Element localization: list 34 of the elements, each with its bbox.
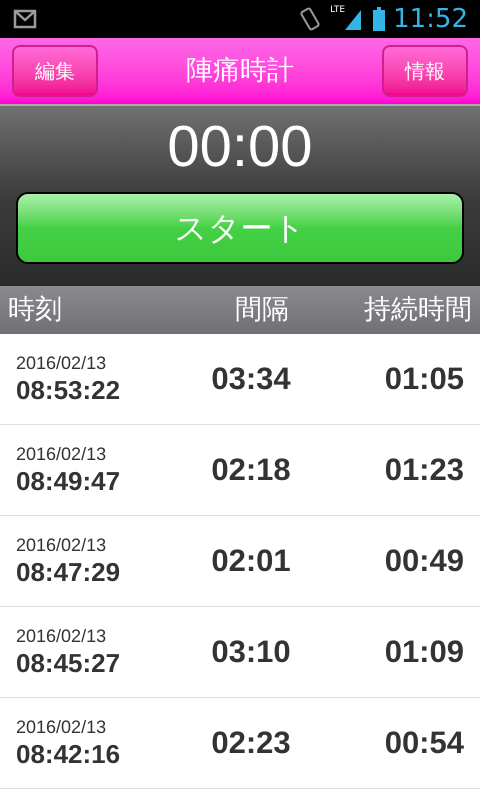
time-text: 08:53:22 bbox=[16, 374, 122, 406]
duration-cell-text: 01:09 bbox=[384, 632, 464, 671]
clock: 11:52 bbox=[393, 6, 468, 32]
duration-cell-text: 01:05 bbox=[384, 360, 464, 398]
app-title: 陣痛時計 bbox=[186, 54, 294, 88]
interval-cell-text: 02:01 bbox=[210, 542, 292, 580]
interval-cell-text: 02:23 bbox=[210, 724, 292, 762]
time-text: 08:49:47 bbox=[16, 465, 122, 498]
time-text: 08:47:29 bbox=[16, 556, 122, 588]
vibrate-icon bbox=[298, 6, 322, 32]
interval-cell-text: 02:18 bbox=[210, 450, 292, 489]
date-text: 2016/02/13 bbox=[16, 442, 108, 465]
date-text: 2016/02/13 bbox=[16, 624, 108, 647]
time-text: 08:45:27 bbox=[16, 647, 122, 680]
info-button[interactable]: 情報 bbox=[382, 45, 468, 97]
interval-cell-text: 03:34 bbox=[210, 360, 292, 398]
date-text: 2016/02/13 bbox=[16, 534, 108, 556]
signal-icon bbox=[345, 8, 362, 30]
timer-display: 00:00 bbox=[167, 118, 313, 176]
duration-cell-text: 01:23 bbox=[384, 450, 464, 489]
edit-button[interactable]: 編集 bbox=[12, 45, 98, 97]
column-header: 時刻 bbox=[8, 292, 63, 327]
interval-cell-text: 03:10 bbox=[210, 632, 292, 671]
battery-icon bbox=[373, 7, 386, 31]
duration-cell-text: 00:49 bbox=[384, 542, 464, 580]
mail-notification-icon bbox=[12, 7, 38, 31]
network-type-label: LTE bbox=[330, 4, 346, 17]
column-header: 間隔 bbox=[234, 292, 290, 327]
time-text: 08:42:16 bbox=[16, 738, 122, 770]
date-text: 2016/02/13 bbox=[16, 352, 108, 374]
column-header: 持続時間 bbox=[363, 292, 472, 327]
date-text: 2016/02/13 bbox=[16, 716, 108, 738]
start-button[interactable]: スタート bbox=[16, 192, 464, 264]
duration-cell-text: 00:54 bbox=[384, 724, 464, 762]
